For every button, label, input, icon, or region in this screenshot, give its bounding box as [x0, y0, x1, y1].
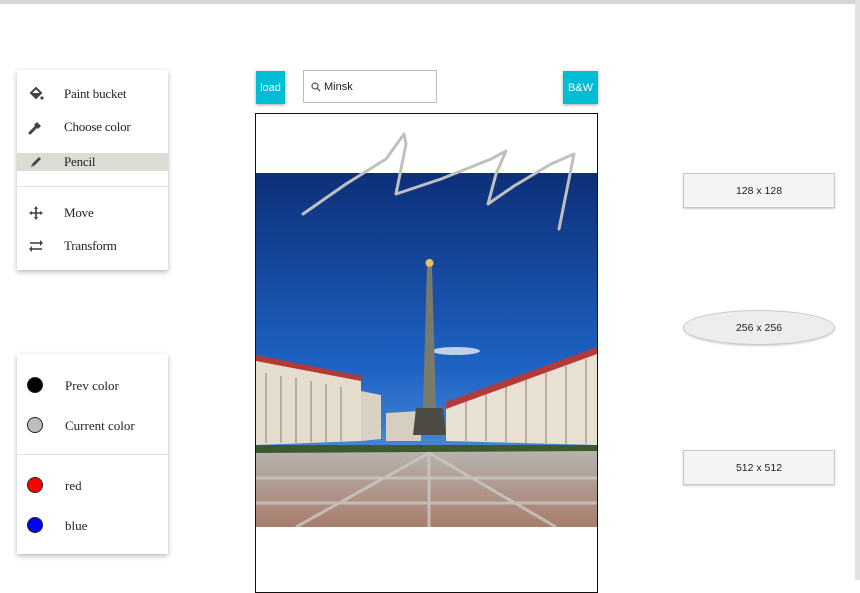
blue-label: blue: [65, 518, 88, 533]
canvas-photo: [256, 173, 597, 527]
eyedropper-icon: [27, 118, 45, 136]
tool-label: Pencil: [64, 154, 96, 169]
bw-button[interactable]: B&W: [563, 71, 598, 104]
color-red[interactable]: red: [17, 476, 168, 496]
size-512-button[interactable]: 512 x 512: [683, 450, 835, 485]
tool-paint-bucket[interactable]: Paint bucket: [17, 85, 168, 103]
tool-transform[interactable]: Transform: [17, 237, 168, 255]
pencil-icon: [27, 153, 45, 171]
move-icon: [27, 204, 45, 222]
prev-color[interactable]: Prev color: [17, 376, 168, 396]
tool-label: Move: [64, 205, 94, 220]
search-field[interactable]: [303, 70, 437, 103]
current-color[interactable]: Current color: [17, 416, 168, 436]
paint-bucket-icon: [27, 85, 45, 103]
size-256-button[interactable]: 256 x 256: [683, 310, 835, 345]
current-color-label: Current color: [65, 418, 135, 433]
red-swatch: [27, 477, 43, 493]
load-button[interactable]: load: [256, 71, 285, 104]
color-blue[interactable]: blue: [17, 516, 168, 536]
tool-move[interactable]: Move: [17, 204, 168, 222]
window-scrollbar[interactable]: [855, 0, 860, 580]
transform-icon: [27, 237, 45, 255]
tool-label: Choose color: [64, 119, 131, 134]
tool-label: Transform: [64, 238, 117, 253]
current-color-swatch: [27, 417, 43, 433]
red-label: red: [65, 478, 82, 493]
colors-panel: Prev color Current color red blue: [17, 354, 168, 554]
search-input[interactable]: [324, 77, 432, 97]
colors-divider: [17, 454, 168, 455]
top-border: [0, 0, 855, 4]
prev-color-label: Prev color: [65, 378, 119, 393]
tool-choose-color[interactable]: Choose color: [17, 118, 168, 136]
search-icon: [311, 82, 321, 92]
drawing-canvas[interactable]: [255, 113, 598, 593]
tool-pencil[interactable]: Pencil: [17, 153, 168, 171]
tools-divider: [17, 186, 168, 187]
prev-color-swatch: [27, 377, 43, 393]
tools-panel: Paint bucket Choose color Pencil Move Tr…: [17, 70, 168, 270]
tool-label: Paint bucket: [64, 86, 127, 101]
blue-swatch: [27, 517, 43, 533]
size-128-button[interactable]: 128 x 128: [683, 173, 835, 208]
